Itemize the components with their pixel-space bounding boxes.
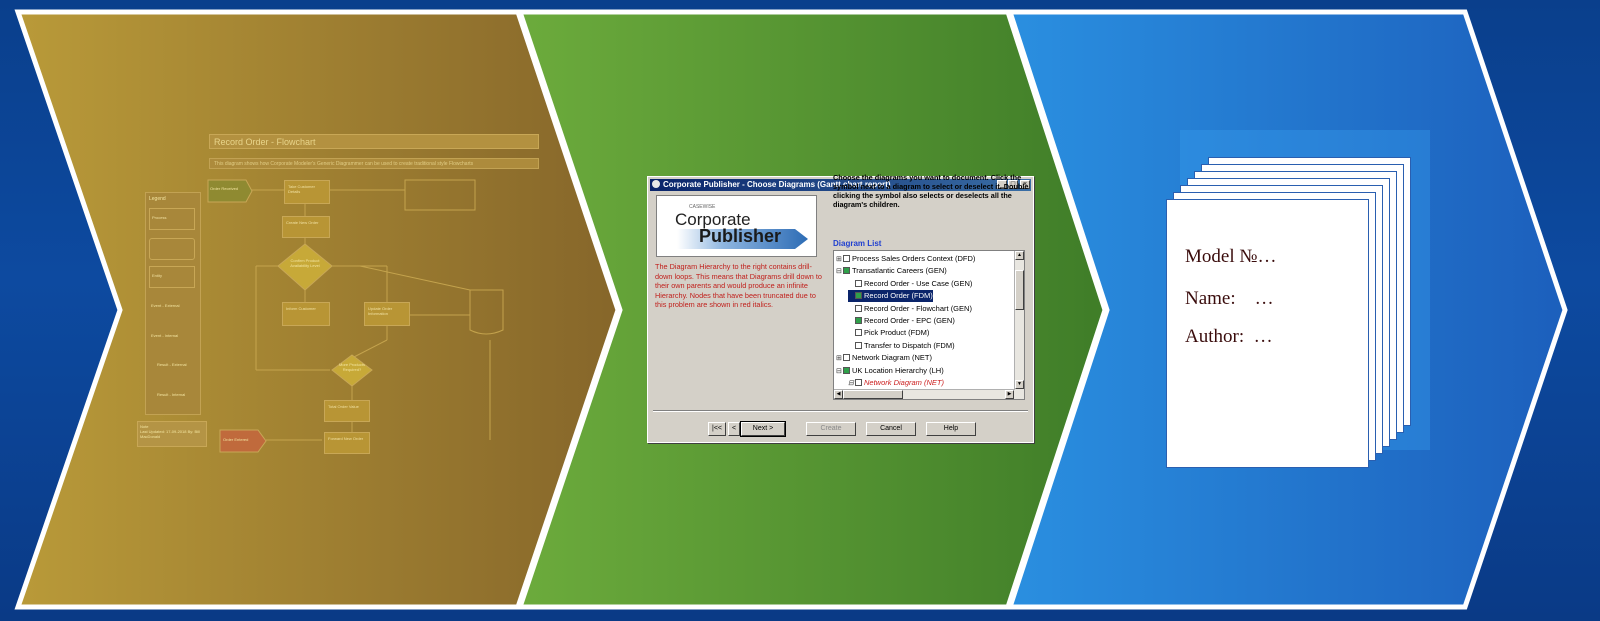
diagram-tree-item[interactable]: ⊟ Network Diagram (NET) (848, 377, 944, 389)
vertical-scrollbar[interactable]: ▲ ▼ (1014, 251, 1024, 399)
legend-item: Event - External (151, 303, 180, 308)
legend-item (149, 238, 195, 260)
checked-checkbox-icon[interactable] (843, 267, 850, 275)
flowchart-legend-title: Legend (149, 196, 166, 202)
flowchart-node: More Products Required? (338, 362, 365, 372)
diagram-tree-label: Network Diagram (NET) (864, 378, 945, 387)
back-button[interactable]: < (728, 422, 740, 436)
checked-checkbox-icon[interactable] (855, 317, 862, 324)
flowchart-node: Forward New Order (324, 432, 370, 454)
flowchart-subtitle: This diagram shows how Corporate Modeler… (209, 158, 539, 169)
next-button[interactable]: Next > (740, 421, 786, 437)
diagram-tree-label: Record Order - Flowchart (GEN) (864, 303, 972, 313)
unchecked-checkbox-icon[interactable] (855, 329, 862, 337)
field-label: Name: (1185, 288, 1236, 309)
scroll-left-icon[interactable]: ◀ (834, 390, 843, 399)
diagram-tree-label: Pick Product (FDM) (864, 328, 930, 338)
diagram-tree-item[interactable]: Record Order - EPC (GEN) (848, 315, 955, 327)
field-value: … (1253, 326, 1273, 347)
legend-item: Process (149, 208, 195, 230)
diagram-tree-label: Process Sales Orders Context (DFD) (852, 254, 976, 263)
scroll-thumb[interactable] (1015, 270, 1024, 310)
diagram-tree[interactable]: ▲ ▼ ◀ ▶ ⊞ Process Sales Orders Context (D… (833, 250, 1025, 400)
flowchart-node: Inform Customer (282, 302, 330, 326)
checked-checkbox-icon[interactable] (843, 366, 850, 374)
unchecked-checkbox-icon[interactable] (855, 304, 862, 312)
expander-icon[interactable]: ⊟ (836, 366, 843, 378)
cancel-button[interactable]: Cancel (866, 422, 916, 436)
dialog-separator (653, 410, 1028, 412)
legend-item: Event - Internal (151, 333, 179, 338)
legend-item: Result - External (157, 362, 187, 367)
diagram-tree-item[interactable]: ⊟ Transatlantic Careers (GEN) (836, 265, 947, 277)
field-gap (1236, 288, 1255, 309)
unchecked-checkbox-icon[interactable] (855, 341, 862, 349)
diagram-tree-label: Record Order - EPC (GEN) (864, 316, 955, 325)
app-icon (652, 180, 660, 188)
flowchart-node: Total Order Value (324, 400, 370, 422)
document-field-model: Model №… (1185, 246, 1276, 268)
expander-icon[interactable]: ⊟ (836, 266, 843, 278)
field-gap (1244, 326, 1254, 347)
help-button[interactable]: Help (926, 422, 976, 436)
diagram-tree-item[interactable]: Transfer to Dispatch (FDM) (848, 340, 955, 352)
unchecked-checkbox-icon[interactable] (843, 255, 850, 262)
document-field-name: Name: … (1185, 288, 1274, 310)
diagram-list-label: Diagram List (833, 239, 882, 248)
flowchart-node: Order Entered (223, 437, 249, 442)
legend-item: Result - Internal (157, 392, 186, 397)
diagram-tree-item[interactable]: Record Order (FDM) (848, 290, 933, 303)
scroll-right-icon[interactable]: ▶ (1005, 390, 1014, 399)
diagram-tree-item[interactable]: Pick Product (FDM) (848, 327, 929, 339)
diagram-tree-label: Network Diagram (NET) (852, 353, 933, 363)
dialog-description: The Diagram Hierarchy to the right conta… (655, 262, 822, 309)
field-label: Author: (1185, 326, 1245, 347)
process-diagram: Record Order - Flowchart This diagram sh… (0, 0, 1600, 621)
diagram-tree-label: Transatlantic Careers (GEN) (852, 266, 947, 276)
document-field-author: Author: … (1185, 326, 1273, 348)
flowchart-node: Create New Order (282, 216, 330, 238)
unchecked-checkbox-icon[interactable] (855, 379, 862, 386)
logo-line2: Publisher (699, 226, 782, 246)
expander-icon[interactable]: ⊞ (836, 353, 843, 365)
first-button[interactable]: |<< (708, 422, 726, 436)
scroll-thumb-h[interactable] (843, 390, 903, 399)
unchecked-checkbox-icon[interactable] (855, 279, 862, 287)
scroll-up-icon[interactable]: ▲ (1015, 251, 1024, 260)
field-value: … (1257, 246, 1277, 267)
diagram-tree-label: UK Location Hierarchy (LH) (852, 365, 944, 375)
diagram-tree-item[interactable]: Record Order - Use Case (GEN) (848, 278, 972, 290)
diagram-tree-label: Record Order (FDM) (864, 291, 933, 301)
expander-icon[interactable]: ⊞ (836, 254, 843, 266)
flowchart-node: Take Customer Details (284, 180, 330, 204)
diagram-tree-item[interactable]: Record Order - Flowchart (GEN) (848, 303, 972, 315)
expander-icon[interactable]: ⊟ (848, 378, 855, 390)
scroll-down-icon[interactable]: ▼ (1015, 380, 1024, 389)
horizontal-scrollbar[interactable]: ◀ ▶ (834, 389, 1015, 399)
diagram-tree-item[interactable]: ⊞ Process Sales Orders Context (DFD) (836, 253, 975, 265)
publisher-dialog: Corporate Publisher - Choose Diagrams (G… (647, 173, 1034, 443)
flowchart-node: Update Order Information (364, 302, 410, 326)
create-button[interactable]: Create (806, 422, 856, 436)
flowchart-title: Record Order - Flowchart (209, 134, 539, 149)
field-label: Model № (1185, 246, 1258, 267)
flowchart-note: Note Last Updated: 17-09-2018 By: Bill M… (137, 421, 207, 447)
diagram-tree-item[interactable]: ⊞ Network Diagram (NET) (836, 352, 932, 364)
legend-item: Entity (149, 266, 195, 288)
diagram-tree-label: Transfer to Dispatch (FDM) (864, 340, 955, 350)
diagram-tree-label: Record Order - Use Case (GEN) (864, 278, 973, 288)
field-value: … (1254, 288, 1274, 309)
diagram-tree-item[interactable]: ⊟ UK Location Hierarchy (LH) (836, 365, 944, 377)
dialog-instructions: Choose the diagrams you want to document… (833, 173, 1029, 209)
checked-checkbox-icon[interactable] (855, 292, 862, 300)
note-text: Last Updated: 17-09-2018 By: Bill MacDon… (140, 429, 200, 439)
product-logo: CASEWISE Corporate Publisher (656, 195, 817, 257)
unchecked-checkbox-icon[interactable] (843, 354, 850, 362)
flowchart-node: Order Received (210, 186, 239, 191)
flowchart-node: Confirm Product Availability Level (290, 258, 320, 268)
